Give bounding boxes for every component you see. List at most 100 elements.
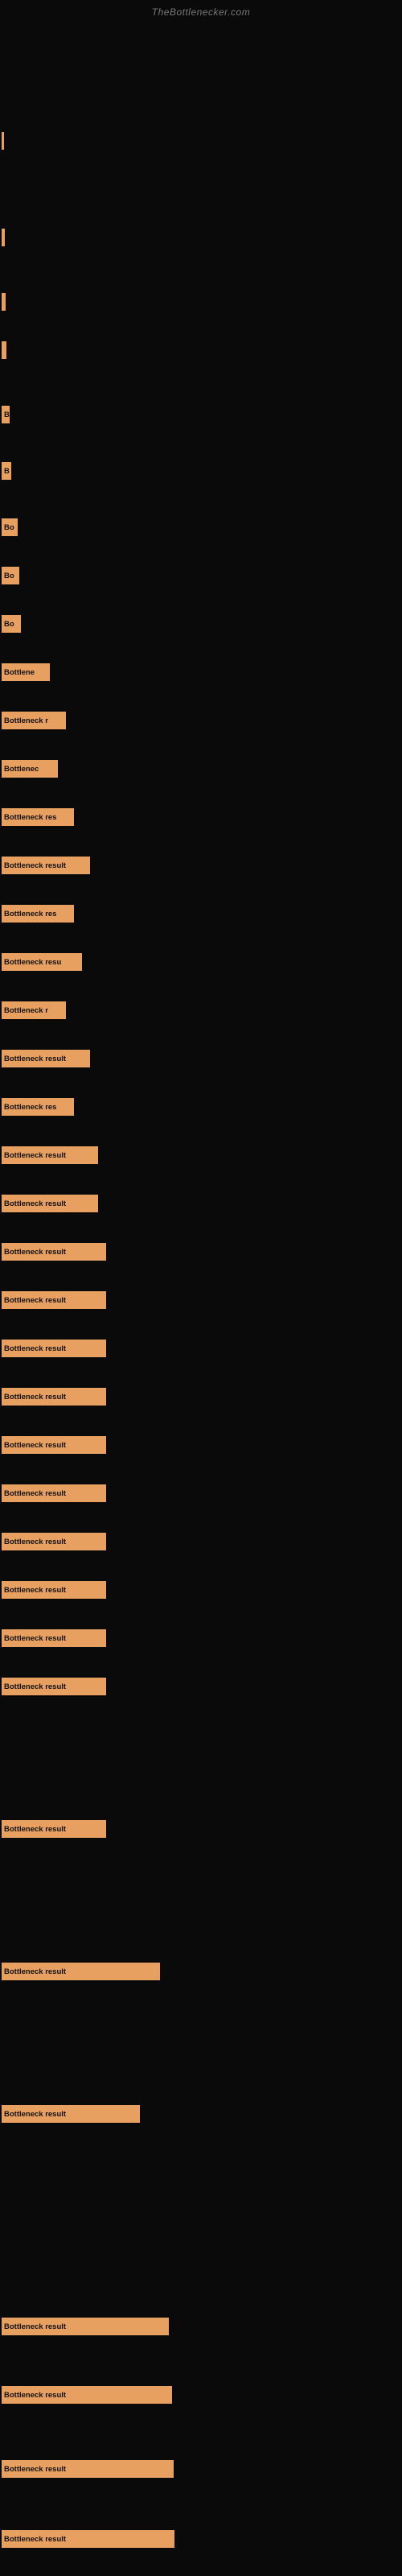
bar-row	[2, 227, 5, 248]
bar-row: Bottleneck result	[2, 1483, 106, 1504]
bar-label: Bottleneck res	[4, 813, 56, 822]
page-wrapper: TheBottlenecker.com B B Bo Bo Bo Bottlene Bott…	[0, 0, 402, 2576]
bar-row: Bottleneck result	[2, 1241, 106, 1262]
bar-label: Bottlene	[4, 668, 35, 677]
bar-fill	[2, 132, 4, 150]
bar-fill	[2, 293, 6, 311]
bar-label: Bottleneck result	[4, 1055, 66, 1063]
bar-label: Bottleneck result	[4, 1682, 66, 1691]
bar-fill: Bottleneck result	[2, 1388, 106, 1406]
bar-label: Bottleneck result	[4, 1489, 66, 1498]
bar-row	[2, 291, 6, 312]
site-title: TheBottlenecker.com	[0, 0, 402, 18]
bar-label: Bo	[4, 572, 14, 580]
bar-row: Bo	[2, 565, 19, 586]
bar-row: Bottleneck result	[2, 1818, 106, 1839]
bar-label: Bottleneck result	[4, 2535, 66, 2544]
bar-label: Bottleneck result	[4, 2110, 66, 2119]
bar-label: Bo	[4, 620, 14, 629]
bar-fill: Bottleneck result	[2, 1146, 98, 1164]
bar-fill: Bo	[2, 615, 21, 633]
bar-fill: Bottleneck result	[2, 1195, 98, 1212]
bar-fill: Bottleneck result	[2, 2460, 174, 2478]
bar-fill: Bottleneck result	[2, 1581, 106, 1599]
bar-fill: Bottleneck r	[2, 712, 66, 729]
bar-fill: Bottleneck res	[2, 905, 74, 923]
bar-fill: Bottleneck result	[2, 1050, 90, 1067]
bar-fill: Bottleneck result	[2, 2386, 172, 2404]
bar-fill: Bottleneck res	[2, 1098, 74, 1116]
bar-fill: Bottleneck result	[2, 1291, 106, 1309]
bar-row: Bottleneck res	[2, 807, 74, 828]
bar-label: Bo	[4, 523, 14, 532]
bar-row: Bottleneck result	[2, 2103, 140, 2124]
bar-row: Bottleneck result	[2, 1676, 106, 1697]
bar-label: Bottleneck result	[4, 1151, 66, 1160]
bar-label: Bottleneck r	[4, 716, 48, 725]
bar-fill: Bo	[2, 518, 18, 536]
bar-label: Bottleneck result	[4, 1586, 66, 1595]
bar-row: Bottleneck result	[2, 1386, 106, 1407]
bar-label: Bottleneck result	[4, 1634, 66, 1643]
bar-row: Bottleneck r	[2, 710, 66, 731]
bar-label: Bottleneck result	[4, 1344, 66, 1353]
bar-row: Bottleneck result	[2, 2384, 172, 2405]
bar-fill: Bottleneck result	[2, 1340, 106, 1357]
bar-row: Bottlene	[2, 662, 50, 683]
bar-fill: Bottleneck result	[2, 1629, 106, 1647]
bar-fill: B	[2, 406, 10, 423]
bar-fill	[2, 341, 6, 359]
bar-row: Bottleneck result	[2, 1579, 106, 1600]
bar-row: B	[2, 460, 11, 481]
bar-label: Bottleneck res	[4, 1103, 56, 1112]
bar-row: Bottleneck result	[2, 1338, 106, 1359]
bar-label: Bottleneck result	[4, 1967, 66, 1976]
bar-label: Bottleneck result	[4, 1393, 66, 1402]
bar-label: Bottleneck result	[4, 1296, 66, 1305]
bar-row	[2, 340, 6, 361]
bar-row: Bottleneck res	[2, 1096, 74, 1117]
bar-label: Bottleneck result	[4, 1825, 66, 1834]
bar-fill: Bottleneck result	[2, 1678, 106, 1695]
bar-row: Bottleneck result	[2, 1048, 90, 1069]
bar-label: B	[4, 411, 10, 419]
bar-fill: Bottleneck result	[2, 1963, 160, 1980]
bar-fill: Bottleneck result	[2, 1820, 106, 1838]
bar-row: Bottleneck result	[2, 1193, 98, 1214]
bar-label: Bottleneck result	[4, 2465, 66, 2474]
bar-fill: Bottleneck result	[2, 2530, 174, 2548]
bar-row: Bottleneck result	[2, 1531, 106, 1552]
bar-fill: Bottleneck result	[2, 1484, 106, 1502]
bar-row: Bottleneck result	[2, 2529, 174, 2549]
bar-row: Bottleneck result	[2, 1145, 98, 1166]
bar-row: Bottleneck result	[2, 1290, 106, 1311]
bar-label: Bottleneck result	[4, 2391, 66, 2400]
bar-fill: Bottleneck result	[2, 857, 90, 874]
bar-row: Bottleneck result	[2, 2316, 169, 2337]
bar-row: Bottleneck result	[2, 1628, 106, 1649]
bar-fill: Bottlene	[2, 663, 50, 681]
bar-fill: Bo	[2, 567, 19, 584]
bar-fill: Bottleneck result	[2, 2318, 169, 2335]
bar-row: Bottleneck resu	[2, 952, 82, 972]
bar-fill: Bottlenec	[2, 760, 58, 778]
bar-label: Bottlenec	[4, 765, 39, 774]
bar-row: Bottleneck result	[2, 1435, 106, 1455]
bar-label: Bottleneck result	[4, 1199, 66, 1208]
bar-row: Bo	[2, 613, 21, 634]
bar-label: B	[4, 467, 10, 476]
bar-fill: Bottleneck result	[2, 2105, 140, 2123]
bar-label: Bottleneck resu	[4, 958, 61, 967]
bar-row: Bottleneck res	[2, 903, 74, 924]
bar-label: Bottleneck res	[4, 910, 56, 919]
bar-row: Bo	[2, 517, 18, 538]
bar-row: Bottleneck result	[2, 2458, 174, 2479]
bar-fill: Bottleneck result	[2, 1436, 106, 1454]
bar-label: Bottleneck result	[4, 861, 66, 870]
bar-fill	[2, 229, 5, 246]
bar-fill: B	[2, 462, 11, 480]
bar-row: Bottleneck result	[2, 1961, 160, 1982]
bar-fill: Bottleneck r	[2, 1001, 66, 1019]
bar-label: Bottleneck result	[4, 1248, 66, 1257]
bar-row: Bottlenec	[2, 758, 58, 779]
